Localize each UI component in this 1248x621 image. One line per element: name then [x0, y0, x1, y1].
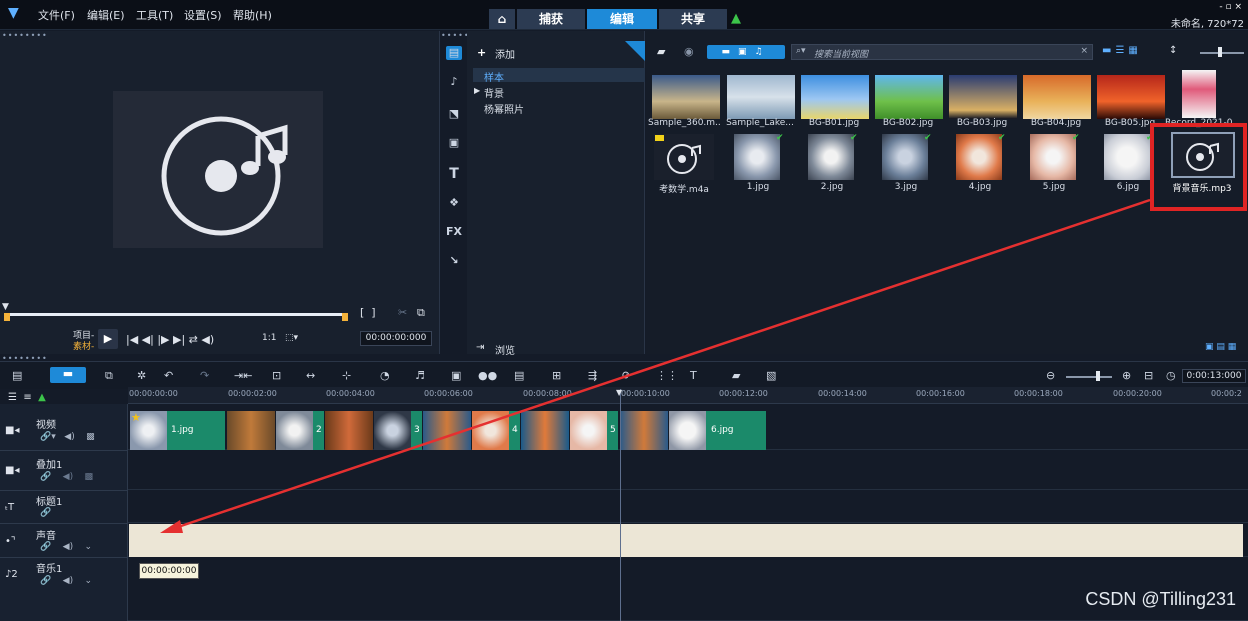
annotation-arrow — [160, 198, 1151, 533]
app-window: { "menu":{"items":["文件(F)","编辑(E)","工具(T… — [0, 0, 1248, 621]
watermark: CSDN @Tilling231 — [1085, 589, 1236, 609]
